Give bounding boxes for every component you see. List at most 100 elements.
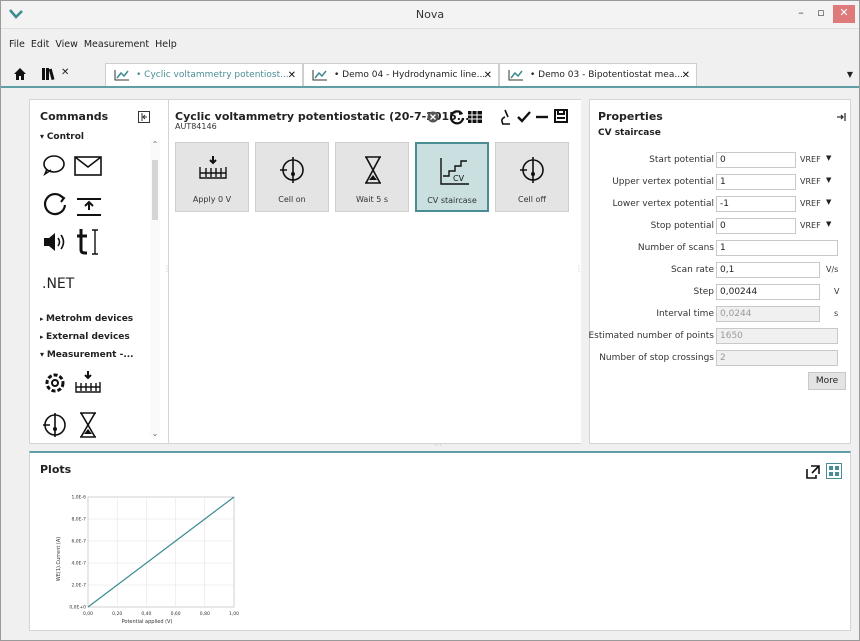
section-measurement[interactable]: Measurement -... bbox=[40, 350, 134, 360]
y-tick-label: 4,0E-7 bbox=[72, 561, 87, 567]
splitter-handle[interactable]: ··· bbox=[434, 441, 442, 450]
command-card-cell-on[interactable]: Cell on bbox=[255, 142, 329, 212]
minimize-button[interactable]: – bbox=[793, 5, 809, 23]
scroll-down-icon[interactable]: ⌄ bbox=[150, 429, 160, 438]
apply-potential-icon[interactable] bbox=[74, 370, 102, 396]
section-metrohm-devices[interactable]: Metrohm devices bbox=[40, 314, 133, 324]
command-card-cv-staircase[interactable]: CV CV staircase bbox=[415, 142, 489, 212]
popout-icon[interactable] bbox=[806, 465, 820, 479]
tab-demo-04[interactable]: • Demo 04 - Hydrodynamic line... ✕ bbox=[303, 63, 499, 86]
splitter-handle[interactable]: ⋮ bbox=[575, 264, 583, 273]
menu-help[interactable]: Help bbox=[152, 39, 180, 50]
section-external-devices[interactable]: External devices bbox=[40, 332, 130, 342]
remove-procedure-icon[interactable] bbox=[427, 111, 439, 123]
refresh-icon[interactable] bbox=[449, 109, 465, 125]
save-icon[interactable] bbox=[554, 109, 568, 123]
svg-text:CV: CV bbox=[453, 174, 465, 183]
current-potential-plot[interactable]: 0,0E+0 2,0E-7 4,0E-7 6,0E-7 8,0E-7 1,0E-6 0,0… bbox=[50, 489, 240, 629]
chevron-down-icon[interactable]: ▼ bbox=[826, 176, 831, 184]
procedure-chart-icon bbox=[312, 70, 327, 81]
close-window-button[interactable]: ✕ bbox=[833, 5, 855, 23]
speaker-icon[interactable] bbox=[42, 230, 68, 254]
prop-unit: V bbox=[834, 287, 840, 296]
prop-row-interval-time: Interval time 0,0244 s bbox=[590, 306, 852, 324]
repeat-icon[interactable] bbox=[42, 192, 68, 218]
cell-off-icon bbox=[520, 157, 544, 183]
upper-vertex-field[interactable]: 1 bbox=[716, 174, 796, 190]
prop-row-stop-crossings: Number of stop crossings 2 bbox=[590, 350, 852, 368]
prop-row-stop-potential: Stop potential 0 VREF ▼ bbox=[590, 218, 852, 236]
procedure-title: Cyclic voltammetry potentiostatic (20-7-… bbox=[175, 110, 470, 123]
maximize-button[interactable]: ▫ bbox=[813, 5, 829, 23]
prop-label: Lower vertex potential bbox=[612, 199, 714, 209]
stop-potential-field[interactable]: 0 bbox=[716, 218, 796, 234]
close-icon[interactable]: ✕ bbox=[288, 64, 296, 87]
commands-scrollbar[interactable]: ⌃ ⌄ bbox=[150, 140, 160, 438]
y-axis-label: WE(1).Current (A) bbox=[56, 537, 62, 582]
chevron-down-icon[interactable]: ▼ bbox=[826, 198, 831, 206]
collapse-panel-icon[interactable] bbox=[138, 111, 150, 123]
window-title: Nova bbox=[415, 8, 445, 21]
net-command[interactable]: .NET bbox=[42, 276, 74, 292]
stop-line-icon[interactable] bbox=[535, 110, 549, 124]
menu-file[interactable]: File bbox=[1, 39, 28, 50]
cell-on-icon bbox=[280, 157, 304, 183]
x-tick-label: 1,00 bbox=[229, 611, 239, 617]
home-icon[interactable] bbox=[13, 67, 27, 81]
number-of-scans-field[interactable]: 1 bbox=[716, 240, 838, 256]
prop-label: Stop potential bbox=[650, 221, 714, 231]
card-label: Wait 5 s bbox=[355, 195, 388, 204]
procedure-panel: Cyclic voltammetry potentiostatic (20-7-… bbox=[163, 99, 583, 444]
tab-label: • Demo 03 - Bipotentiostat mea... bbox=[530, 70, 683, 80]
email-icon[interactable] bbox=[74, 156, 102, 176]
grid-layout-icon[interactable] bbox=[826, 463, 842, 479]
tab-label: • Demo 04 - Hydrodynamic line... bbox=[334, 70, 486, 80]
hourglass-icon[interactable] bbox=[78, 412, 98, 438]
library-tab-close-icon[interactable]: ✕ bbox=[61, 67, 69, 78]
splitter-handle[interactable]: ⋮ bbox=[163, 264, 171, 273]
tab-label: • Cyclic voltammetry potentiost... bbox=[136, 70, 289, 80]
tab-demo-03[interactable]: • Demo 03 - Bipotentiostat mea... ✕ bbox=[499, 63, 697, 86]
commands-panel: Commands Control .NET Metrohm devices Ex… bbox=[29, 99, 169, 444]
section-control[interactable]: Control bbox=[40, 132, 84, 142]
y-tick-label: 0,0E+0 bbox=[69, 605, 86, 611]
close-icon[interactable]: ✕ bbox=[484, 64, 492, 87]
prop-label: Upper vertex potential bbox=[612, 177, 714, 187]
menu-measurement[interactable]: Measurement bbox=[81, 39, 152, 50]
scan-rate-field[interactable]: 0,1 bbox=[716, 262, 820, 278]
import-icon[interactable] bbox=[76, 196, 102, 218]
check-icon[interactable] bbox=[517, 110, 531, 124]
prop-row-scan-rate: Scan rate 0,1 V/s bbox=[590, 262, 852, 280]
tab-cyclic-voltammetry[interactable]: • Cyclic voltammetry potentiost... ✕ bbox=[105, 63, 303, 86]
prop-unit: s bbox=[834, 309, 839, 318]
start-potential-field[interactable]: 0 bbox=[716, 152, 796, 168]
command-card-wait[interactable]: Wait 5 s bbox=[335, 142, 409, 212]
scroll-thumb[interactable] bbox=[152, 160, 158, 220]
settings-gear-icon[interactable] bbox=[42, 370, 68, 396]
prop-row-upper-vertex: Upper vertex potential 1 VREF ▼ bbox=[590, 174, 852, 192]
step-field[interactable]: 0,00244 bbox=[716, 284, 820, 300]
grid-view-icon[interactable] bbox=[467, 109, 483, 125]
command-card-apply[interactable]: Apply 0 V bbox=[175, 142, 249, 212]
microscope-icon[interactable] bbox=[499, 109, 511, 125]
lower-vertex-field[interactable]: -1 bbox=[716, 196, 796, 212]
text-input-icon[interactable] bbox=[74, 226, 104, 256]
chevron-down-icon[interactable]: ▼ bbox=[826, 220, 831, 228]
scroll-up-icon[interactable]: ⌃ bbox=[150, 140, 160, 149]
expand-panel-icon[interactable] bbox=[836, 112, 846, 122]
x-tick-label: 0,40 bbox=[141, 611, 151, 617]
more-button[interactable]: More bbox=[808, 372, 846, 390]
prop-label: Number of stop crossings bbox=[599, 353, 714, 363]
menu-view[interactable]: View bbox=[52, 39, 81, 50]
cell-on-icon[interactable] bbox=[42, 412, 68, 438]
command-card-cell-off[interactable]: Cell off bbox=[495, 142, 569, 212]
menu-edit[interactable]: Edit bbox=[28, 39, 52, 50]
close-icon[interactable]: ✕ bbox=[682, 64, 690, 87]
prop-label: Number of scans bbox=[637, 243, 714, 253]
tab-overflow-chevron-icon[interactable]: ▼ bbox=[847, 70, 853, 79]
estimated-points-field: 1650 bbox=[716, 328, 838, 344]
chevron-down-icon[interactable]: ▼ bbox=[826, 154, 831, 162]
properties-section: CV staircase bbox=[598, 128, 661, 138]
message-bubble-icon[interactable] bbox=[42, 154, 66, 176]
library-icon[interactable] bbox=[41, 67, 57, 81]
